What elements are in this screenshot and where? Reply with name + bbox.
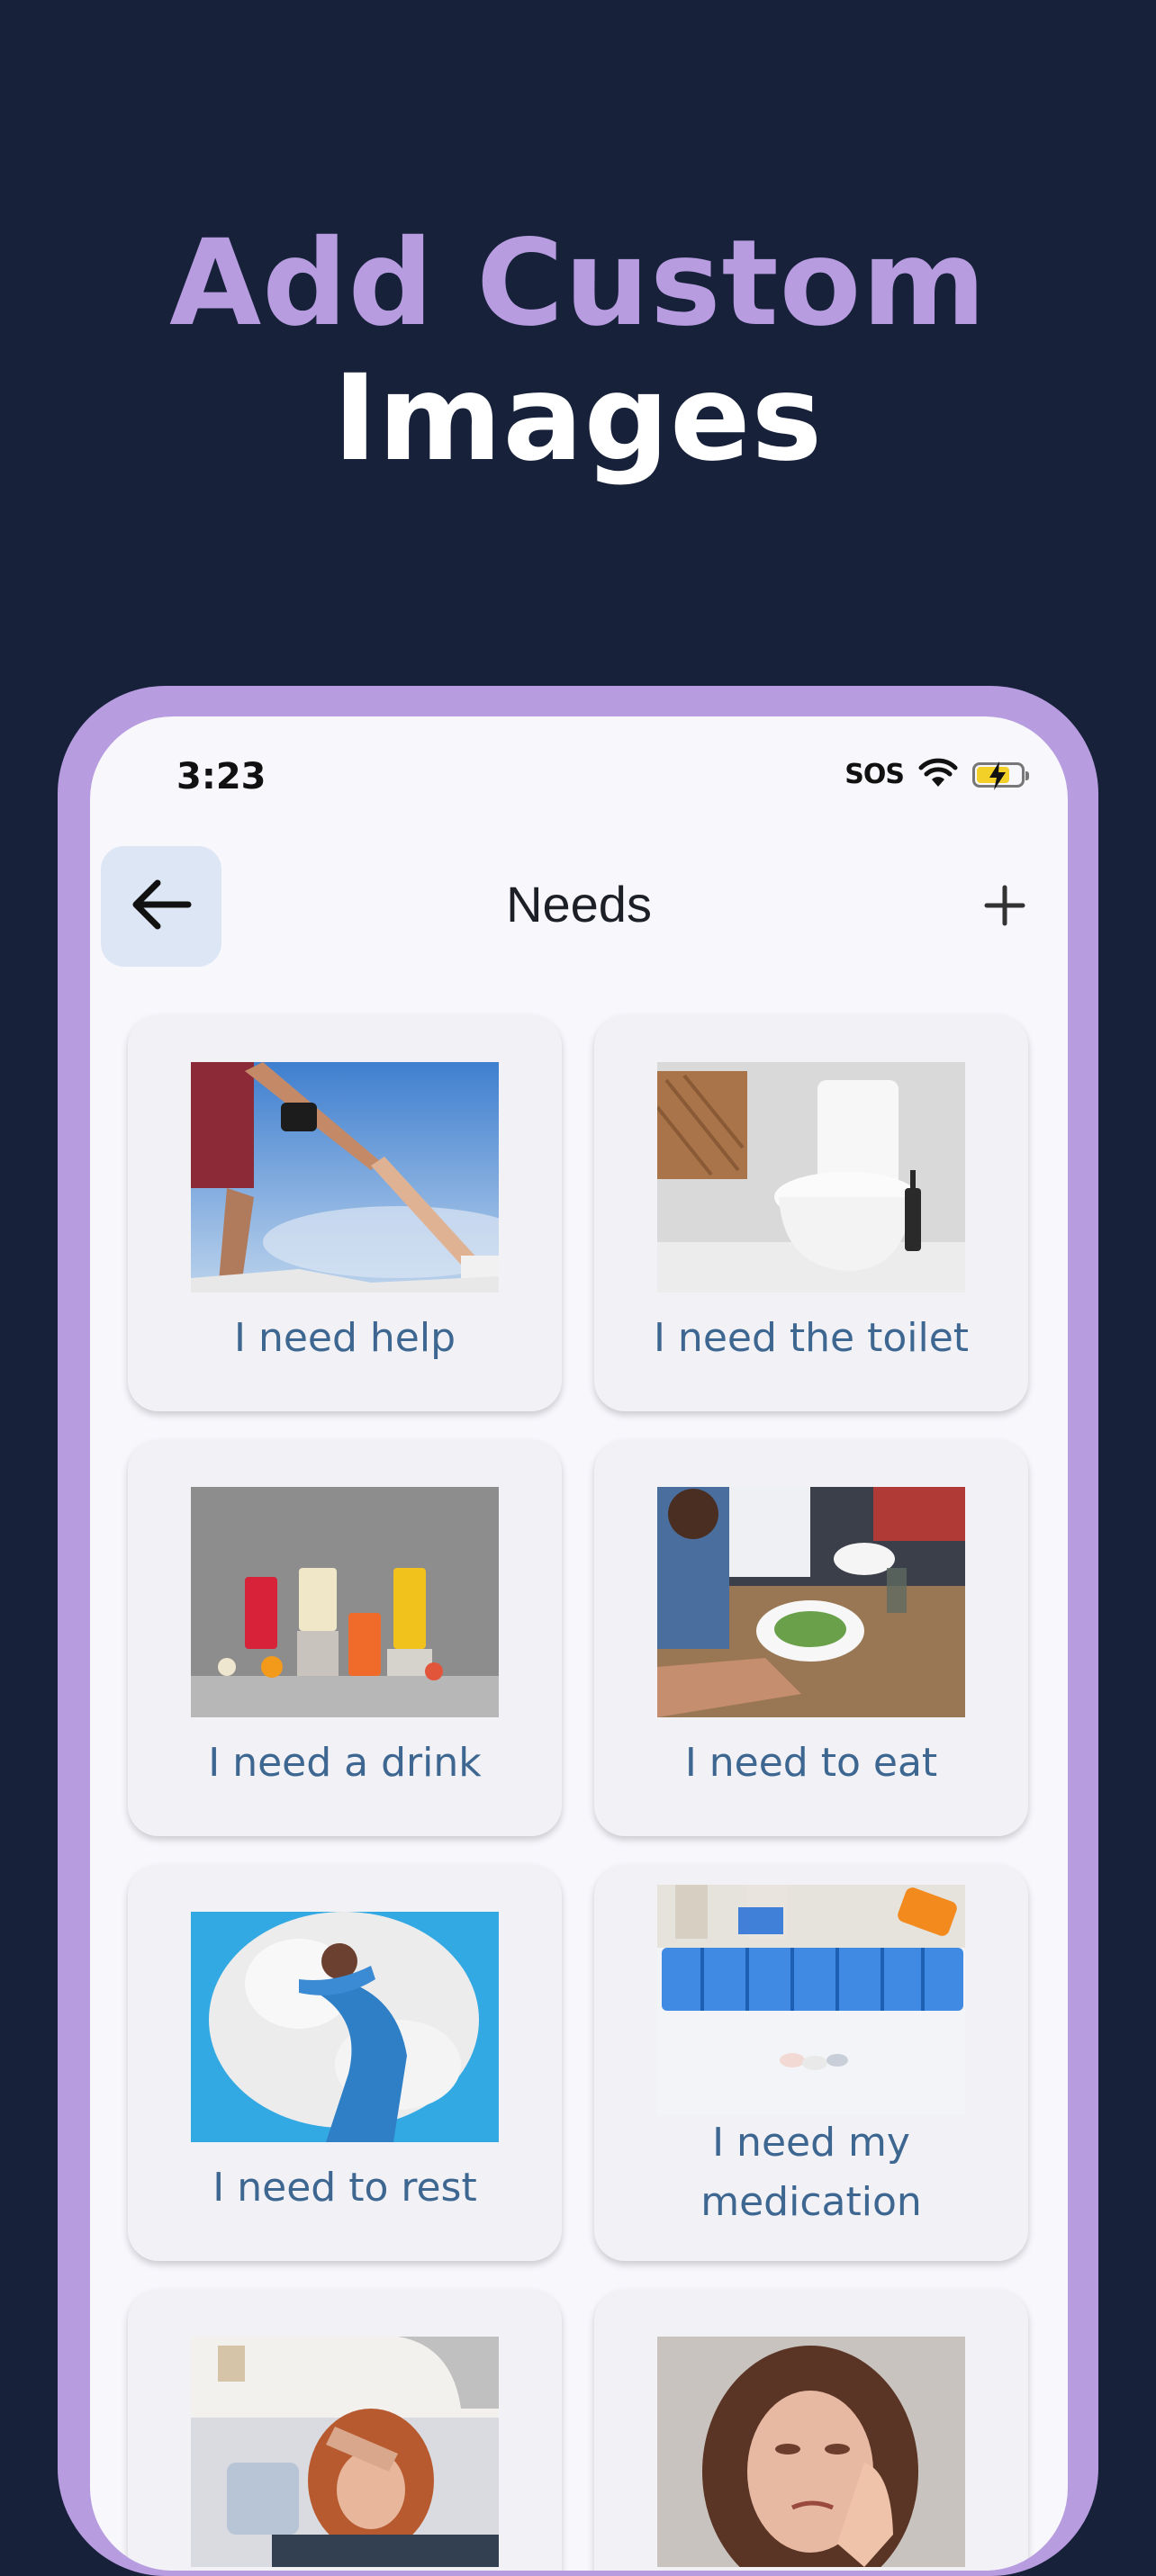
card-label: I need help: [233, 1315, 456, 1361]
wifi-icon: [918, 758, 958, 792]
plus-icon: [980, 885, 1030, 934]
pill-organizer-image: [657, 1885, 965, 2115]
add-button[interactable]: [980, 880, 1030, 931]
card-label: I need to rest: [212, 2165, 477, 2211]
page-title: Needs: [506, 876, 652, 932]
resting-image: [191, 1912, 499, 2142]
card-label: I need a drink: [208, 1740, 482, 1786]
card-i-need-to-rest[interactable]: I need to rest: [128, 1865, 562, 2261]
card-i-need-a-drink[interactable]: I need a drink: [128, 1440, 562, 1836]
card-i-need-to-eat[interactable]: I need to eat: [594, 1440, 1028, 1836]
card-partial-left[interactable]: [128, 2290, 562, 2571]
card-label: I need my medication: [700, 2120, 922, 2225]
sick-woman-image: [191, 2337, 499, 2567]
sos-indicator: SOS: [844, 759, 905, 790]
phone-screen: 3:23 SOS Needs I need help I need the to…: [90, 716, 1068, 2571]
status-icons: SOS: [844, 758, 1029, 792]
card-i-need-the-toilet[interactable]: I need the toilet: [594, 1015, 1028, 1411]
card-i-need-help[interactable]: I need help: [128, 1015, 562, 1411]
card-label: I need to eat: [684, 1740, 938, 1786]
headline-line-1: Add Custom: [169, 214, 987, 353]
toothache-image: [657, 2337, 965, 2567]
card-partial-right[interactable]: [594, 2290, 1028, 2571]
toilet-image: [657, 1062, 965, 1293]
eating-image: [657, 1487, 965, 1717]
helping-hands-image: [191, 1062, 499, 1293]
promo-headline: Add Custom Images: [0, 216, 1156, 486]
status-time: 3:23: [176, 756, 266, 797]
card-i-need-my-medication[interactable]: I need my medication: [594, 1865, 1028, 2261]
drinks-image: [191, 1487, 499, 1717]
headline-line-2: Images: [332, 349, 824, 488]
battery-icon: [972, 761, 1029, 790]
card-label: I need the toilet: [653, 1315, 970, 1361]
